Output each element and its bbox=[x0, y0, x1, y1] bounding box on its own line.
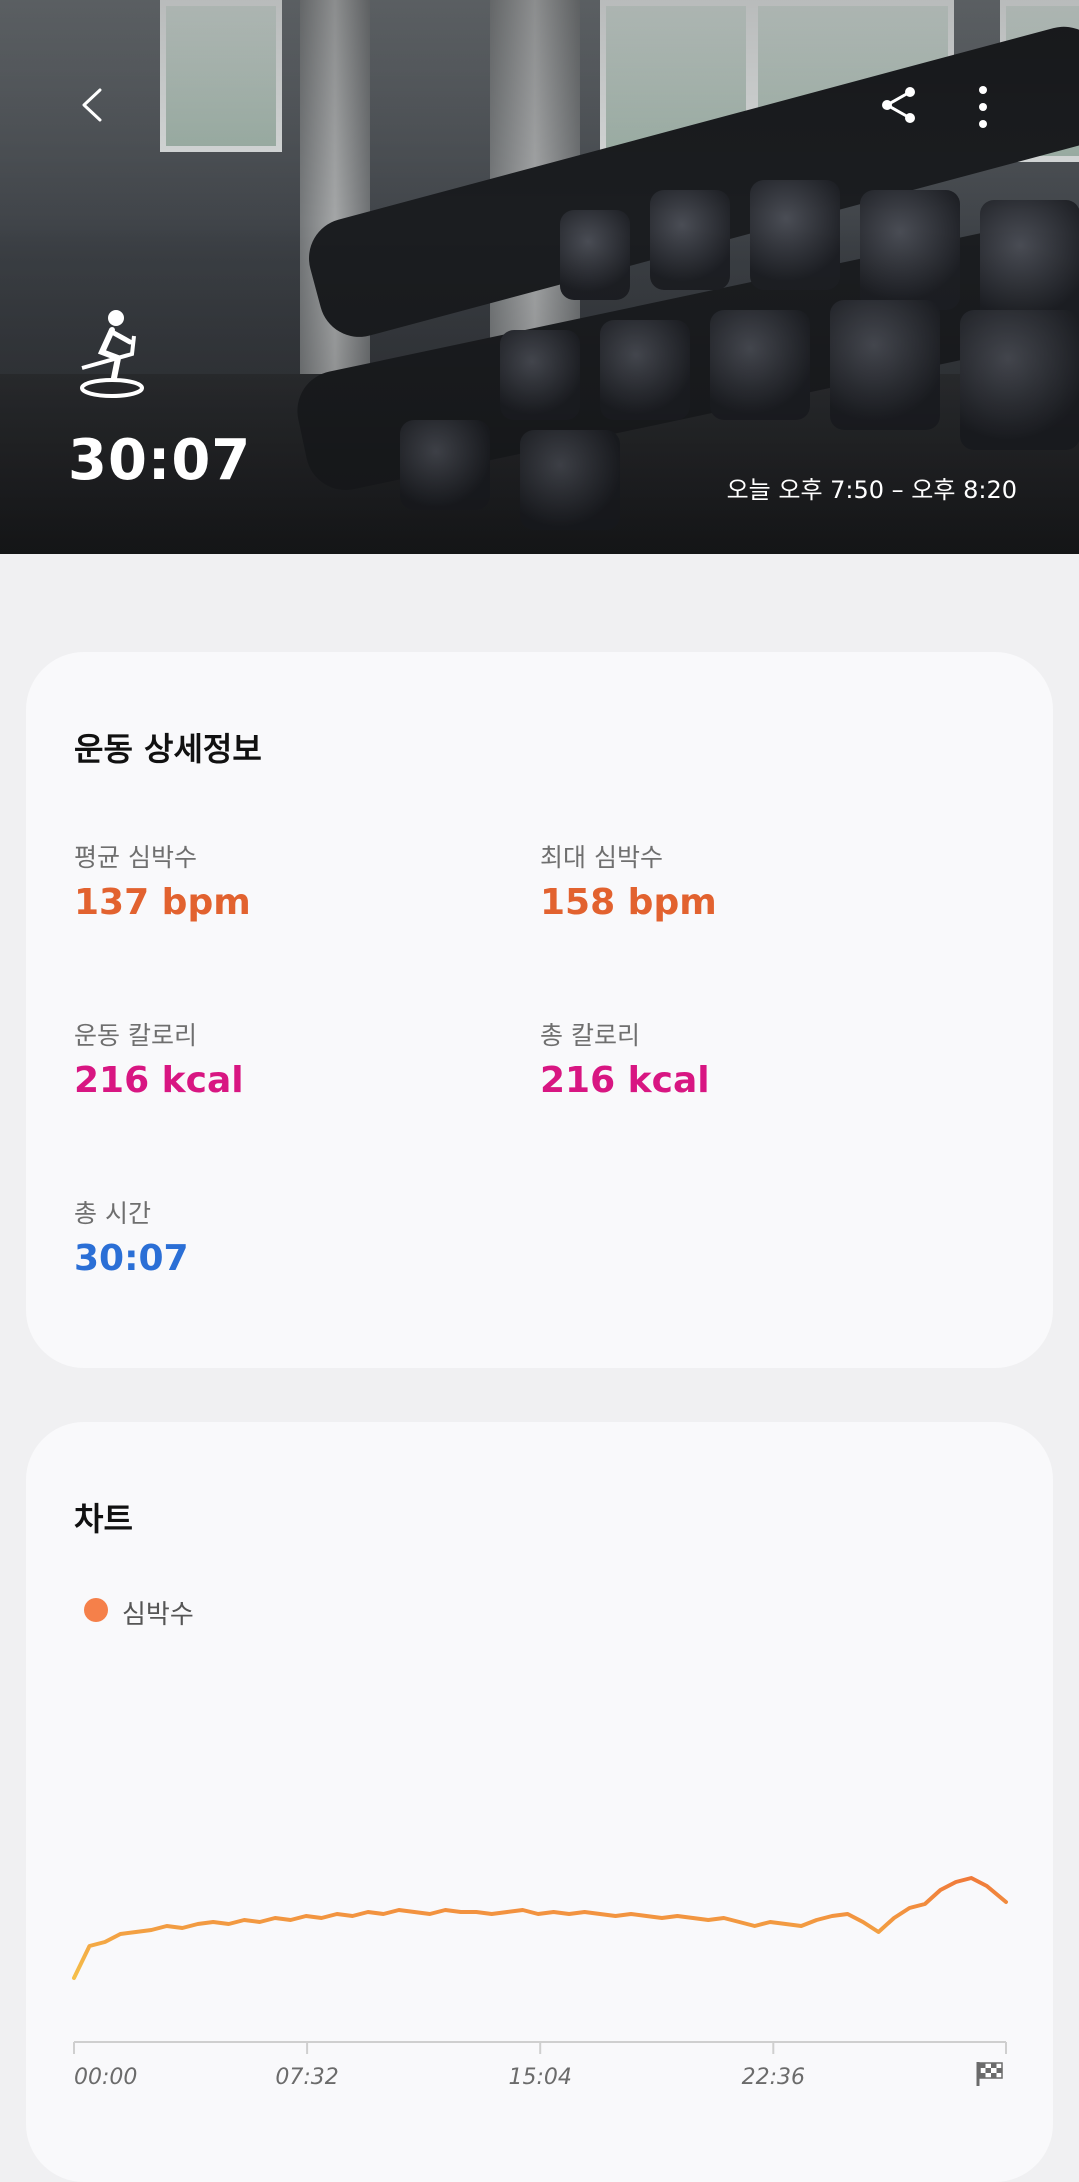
exercise-bike-icon bbox=[80, 310, 144, 398]
total-calories-label: 총 칼로리 bbox=[540, 1021, 640, 1050]
workout-details-card: 운동 상세정보 평균 심박수 137 bpm 최대 심박수 158 bpm 운동… bbox=[26, 652, 1053, 1368]
finish-flag-icon bbox=[976, 2062, 1003, 2086]
avg-heart-rate-value: 137 bpm bbox=[74, 882, 251, 923]
total-time-value: 30:07 bbox=[74, 1238, 189, 1279]
workout-calories-value: 216 kcal bbox=[74, 1060, 244, 1101]
share-icon[interactable] bbox=[878, 84, 920, 126]
chart-card: 차트 심박수 00:00 07:32 15:04 22:36 bbox=[26, 1422, 1053, 2182]
x-axis-tick-label: 00:00 bbox=[74, 2065, 137, 2090]
heart-rate-series-line bbox=[72, 1876, 1008, 1980]
more-icon[interactable] bbox=[972, 84, 994, 130]
x-axis-tick-label: 07:32 bbox=[275, 2065, 338, 2090]
back-icon[interactable] bbox=[76, 88, 110, 122]
workout-duration: 30:07 bbox=[68, 428, 252, 493]
total-time-label: 총 시간 bbox=[74, 1199, 151, 1228]
total-calories-value: 216 kcal bbox=[540, 1060, 710, 1101]
max-heart-rate-value: 158 bpm bbox=[540, 882, 717, 923]
x-axis-tick-label: 15:04 bbox=[509, 2065, 572, 2090]
heart-rate-chart: 00:00 07:32 15:04 22:36 bbox=[72, 1876, 1008, 2090]
avg-heart-rate-label: 평균 심박수 bbox=[74, 843, 197, 872]
details-title: 운동 상세정보 bbox=[74, 730, 262, 768]
workout-hero: 30:07 오늘 오후 7:50 – 오후 8:20 bbox=[0, 0, 1079, 554]
workout-time-range: 오늘 오후 7:50 – 오후 8:20 bbox=[726, 476, 1017, 504]
x-axis-tick-label: 22:36 bbox=[742, 2065, 805, 2090]
max-heart-rate-label: 최대 심박수 bbox=[540, 843, 663, 872]
workout-calories-label: 운동 칼로리 bbox=[74, 1021, 197, 1050]
